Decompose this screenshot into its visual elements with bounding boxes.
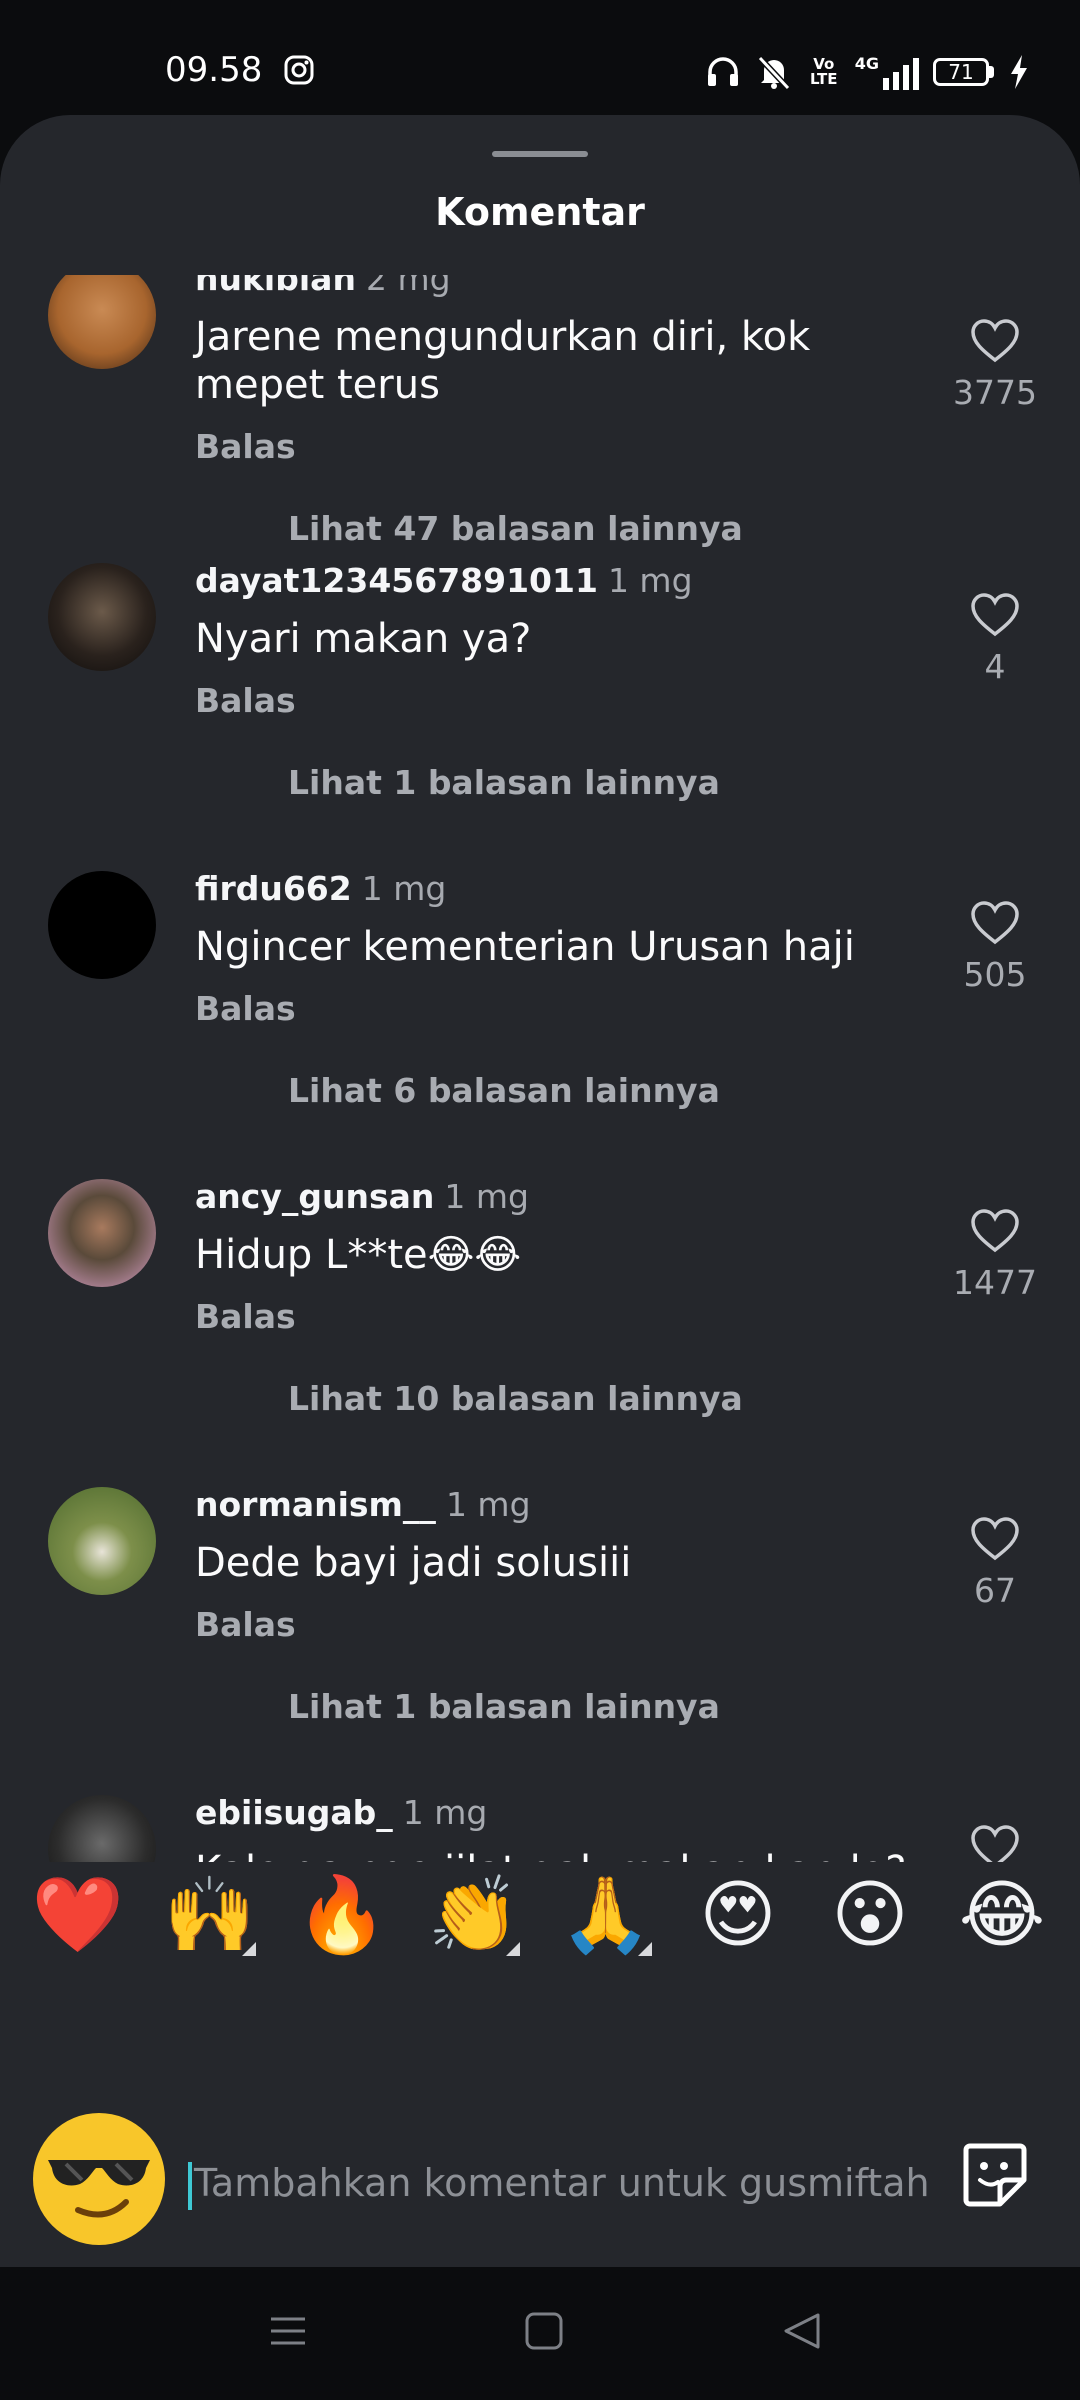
sunglasses-emoji-icon	[33, 2113, 165, 2245]
comment-text: Hidup L**te😂😂	[195, 1232, 522, 1278]
status-icons: Vo LTE 4G 71	[705, 50, 1030, 94]
home-icon[interactable]	[524, 2311, 564, 2351]
emoji-surprised-button[interactable]: 😮	[820, 1870, 920, 1960]
like-count: 505	[963, 955, 1027, 994]
like-count: 3775	[953, 373, 1037, 412]
mute-icon	[757, 55, 790, 91]
emoji-heart-eyes-button[interactable]: 😍	[688, 1870, 788, 1960]
comment-username[interactable]: hukibian	[195, 275, 356, 298]
comment-time: 1 mg	[607, 561, 693, 600]
reply-button[interactable]: Balas	[195, 989, 296, 1028]
heart-icon	[971, 1517, 1019, 1561]
battery-icon: 71	[933, 58, 994, 86]
like-count: 67	[974, 1571, 1016, 1610]
comment-username[interactable]: normanism__	[195, 1485, 436, 1524]
instagram-icon	[284, 55, 314, 85]
like-button[interactable]: 1477	[945, 1209, 1045, 1302]
comment-item: normanism__ 1 mg Dede bayi jadi solusiii …	[0, 1479, 1080, 1779]
heart-icon	[971, 593, 1019, 637]
view-replies-link[interactable]: Lihat 1 balasan lainnya	[288, 763, 720, 802]
heart-icon	[971, 319, 1019, 363]
comment-username[interactable]: ancy_gunsan	[195, 1177, 434, 1216]
self-avatar[interactable]	[30, 2110, 168, 2248]
emoji-fire-button[interactable]: 🔥	[292, 1870, 392, 1960]
comment-text: Ngincer kementerian Urusan haji	[195, 924, 855, 970]
back-icon[interactable]	[782, 2311, 822, 2351]
comment-list[interactable]: hukibian 2 mg Jarene mengundurkan diri, k…	[0, 275, 1080, 1977]
comment-input-placeholder: Tambahkan komentar untuk gusmiftah	[194, 2161, 928, 2205]
comment-text: Nyari makan ya?	[195, 616, 532, 662]
reply-button[interactable]: Balas	[195, 681, 296, 720]
sheet-title: Komentar	[435, 190, 645, 234]
avatar[interactable]	[48, 1179, 156, 1287]
like-button[interactable]: 3775	[945, 319, 1045, 412]
avatar[interactable]	[48, 1487, 156, 1595]
volte-icon: Vo LTE	[809, 55, 838, 88]
comment-time: 1 mg	[444, 1177, 529, 1216]
avatar[interactable]	[48, 275, 156, 369]
status-bar: 09.58 Vo LTE 4G 71	[0, 0, 1080, 120]
sticker-icon[interactable]	[960, 2140, 1030, 2210]
comment-time: 2 mg	[365, 275, 451, 298]
comment-username[interactable]: ebiisugab_	[195, 1793, 393, 1832]
headphones-icon	[707, 57, 738, 86]
emoji-pray-button[interactable]: 🙏	[556, 1870, 656, 1960]
4g-signal-icon: 4G	[855, 54, 919, 90]
text-caret	[188, 2161, 192, 2210]
reply-button[interactable]: Balas	[195, 427, 296, 466]
comment-item: ancy_gunsan 1 mg Hidup L**te😂😂 Balas Liha…	[0, 1171, 1080, 1471]
view-replies-link[interactable]: Lihat 6 balasan lainnya	[288, 1071, 720, 1110]
comment-time: 1 mg	[361, 869, 447, 908]
heart-icon	[971, 1209, 1019, 1253]
comment-username[interactable]: dayat1234567891011	[195, 561, 598, 600]
like-button[interactable]: 67	[945, 1517, 1045, 1610]
like-count: 4	[984, 647, 1006, 686]
view-replies-link[interactable]: Lihat 47 balasan lainnya	[288, 509, 743, 548]
comment-time: 1 mg	[402, 1793, 488, 1832]
reply-button[interactable]: Balas	[195, 1297, 296, 1336]
system-nav-bar	[0, 2267, 1080, 2400]
view-replies-link[interactable]: Lihat 10 balasan lainnya	[288, 1379, 743, 1418]
sheet-drag-handle[interactable]	[492, 151, 588, 157]
emoji-raising-hands-button[interactable]: 🙌	[160, 1870, 260, 1960]
comment-item: hukibian 2 mg Jarene mengundurkan diri, k…	[0, 275, 1080, 548]
comment-text: Jarene mengundurkan diri, kok mepet teru…	[195, 314, 811, 408]
menu-icon[interactable]	[268, 2311, 308, 2351]
comment-item: firdu662 1 mg Ngincer kementerian Urusan …	[0, 863, 1080, 1163]
emoji-clapping-button[interactable]: 👏	[424, 1870, 524, 1960]
comment-time: 1 mg	[445, 1485, 531, 1524]
comment-text: Dede bayi jadi solusiii	[195, 1540, 632, 1586]
emoji-heart-button[interactable]: ❤️	[28, 1870, 128, 1960]
like-button[interactable]: 505	[945, 901, 1045, 994]
avatar[interactable]	[48, 871, 156, 979]
status-time: 09.58	[165, 50, 263, 90]
charging-icon	[1011, 55, 1027, 89]
comment-composer: Tambahkan komentar untuk gusmiftah	[0, 2110, 1080, 2270]
like-count: 1477	[953, 1263, 1037, 1302]
heart-icon	[971, 901, 1019, 945]
comment-input[interactable]: Tambahkan komentar untuk gusmiftah	[188, 2148, 928, 2218]
comment-item: dayat1234567891011 1 mg Nyari makan ya? B…	[0, 555, 1080, 855]
emoji-laughing-button[interactable]: 😂	[952, 1870, 1052, 1960]
reply-button[interactable]: Balas	[195, 1605, 296, 1644]
comment-username[interactable]: firdu662	[195, 869, 352, 908]
view-replies-link[interactable]: Lihat 1 balasan lainnya	[288, 1687, 720, 1726]
like-button[interactable]: 4	[945, 593, 1045, 686]
avatar[interactable]	[48, 563, 156, 671]
